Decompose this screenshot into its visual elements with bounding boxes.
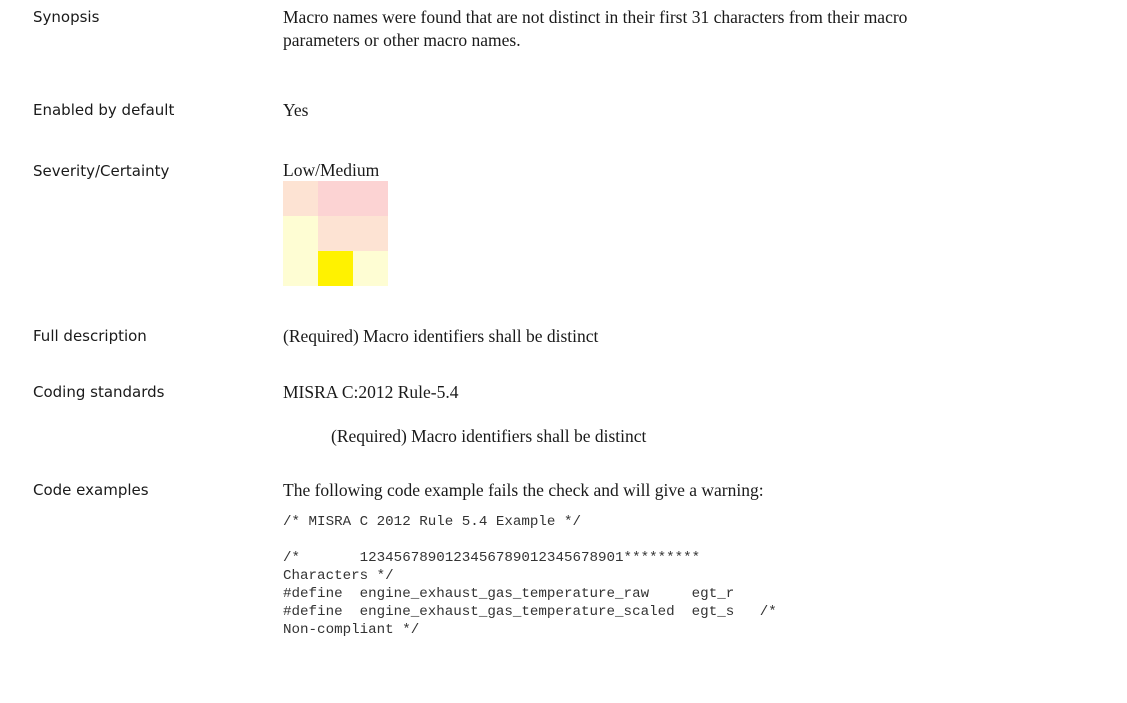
synopsis-line-1: Macro names were found that are not dist… — [283, 7, 908, 27]
matrix-cell — [318, 216, 353, 251]
matrix-cell — [353, 251, 388, 286]
severity-certainty-value: Low/Medium — [283, 160, 380, 180]
code-examples-intro: The following code example fails the che… — [283, 480, 764, 500]
enabled-by-default-label: Enabled by default — [33, 101, 175, 119]
matrix-cell — [283, 181, 318, 216]
matrix-cell — [353, 216, 388, 251]
synopsis-text: Macro names were found that are not dist… — [283, 6, 1103, 52]
code-line: /* MISRA C 2012 Rule 5.4 Example */ — [283, 514, 581, 530]
code-line: #define engine_exhaust_gas_temperature_s… — [283, 604, 777, 620]
coding-standard-description: (Required) Macro identifiers shall be di… — [331, 426, 647, 446]
coding-standard-name: MISRA C:2012 Rule-5.4 — [283, 382, 459, 402]
code-example-block: /* MISRA C 2012 Rule 5.4 Example */ /* 1… — [283, 513, 777, 639]
code-line: /* 1234567890123456789012345678901******… — [283, 550, 701, 566]
matrix-cell — [353, 181, 388, 216]
matrix-cell — [283, 251, 318, 286]
enabled-by-default-value: Yes — [283, 100, 309, 120]
code-line: Characters */ — [283, 568, 394, 584]
full-description-value: (Required) Macro identifiers shall be di… — [283, 326, 599, 346]
synopsis-line-2: parameters or other macro names. — [283, 30, 521, 50]
matrix-cell — [318, 181, 353, 216]
coding-standards-label: Coding standards — [33, 383, 165, 401]
matrix-cell — [283, 216, 318, 251]
synopsis-label: Synopsis — [33, 8, 100, 26]
full-description-label: Full description — [33, 327, 147, 345]
matrix-cell — [318, 251, 353, 286]
code-examples-label: Code examples — [33, 481, 149, 499]
severity-certainty-matrix — [283, 181, 388, 286]
code-line: #define engine_exhaust_gas_temperature_r… — [283, 586, 735, 602]
code-line: Non-compliant */ — [283, 622, 420, 638]
severity-certainty-label: Severity/Certainty — [33, 162, 170, 180]
